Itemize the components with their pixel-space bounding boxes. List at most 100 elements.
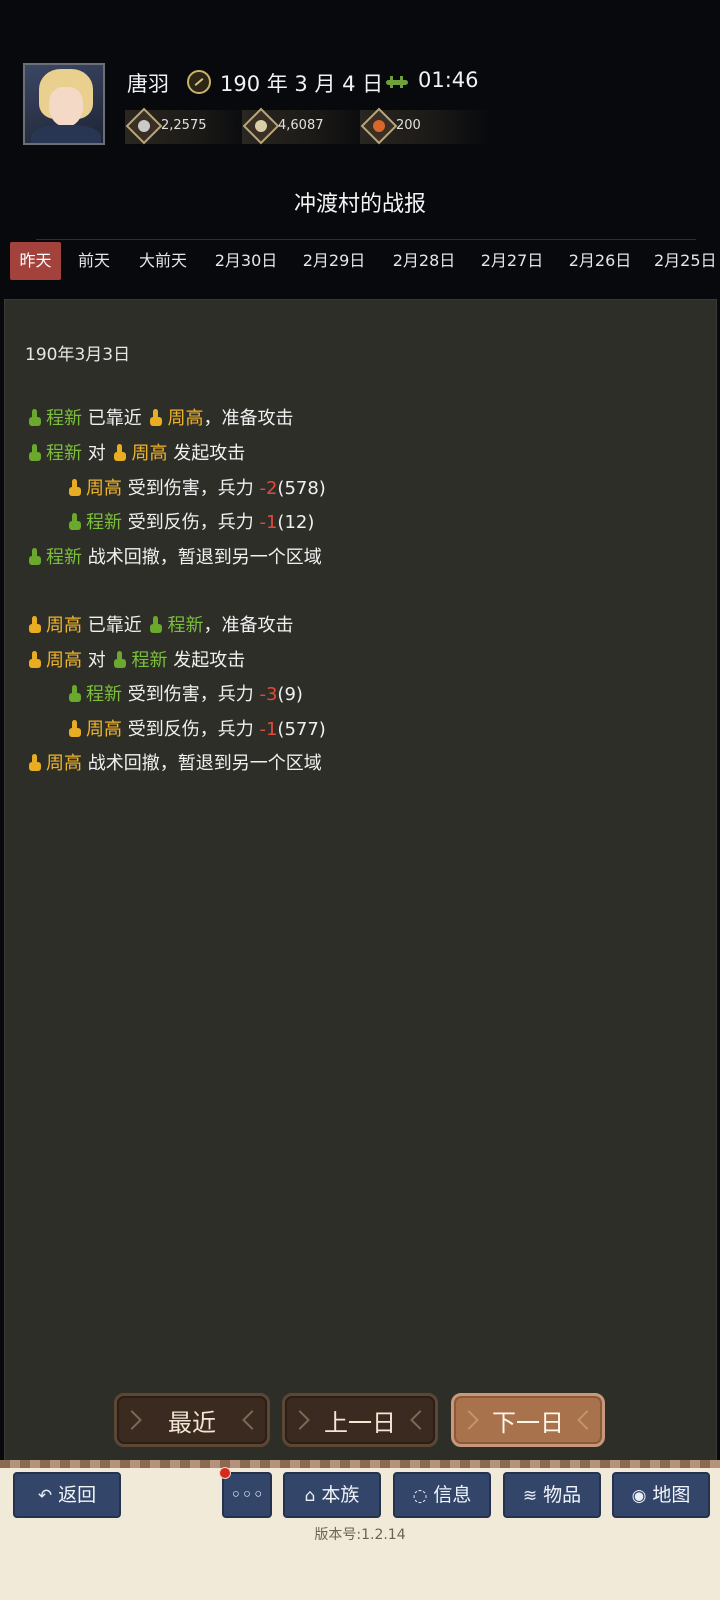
- unit-green-icon: [68, 513, 82, 531]
- version-label: 版本号:1.2.14: [314, 1527, 406, 1543]
- list-item: 周高 已靠近 程新，准备攻击: [26, 612, 293, 640]
- troop-delta: -1: [259, 512, 278, 533]
- resource-grain: 4,6087: [242, 107, 372, 145]
- header: 唐羽 190 年 3 月 4 日 01:46 2,2575 4,6087 200…: [0, 0, 720, 300]
- unit-green-icon: [28, 444, 42, 462]
- unit-green-icon: [28, 548, 42, 566]
- log-text: 受到反伤，兵力: [127, 719, 254, 740]
- log-text: 对: [87, 650, 106, 671]
- grain-icon: [242, 107, 280, 145]
- resource-food: 200: [360, 107, 490, 145]
- unit-yellow-icon: [68, 479, 82, 497]
- unit-yellow-icon: [28, 651, 42, 669]
- map-button[interactable]: ◉ 地图: [612, 1472, 710, 1518]
- notification-dot: [219, 1467, 231, 1479]
- clan-icon: ⌂: [304, 1486, 316, 1506]
- unit-name[interactable]: 程新: [46, 443, 82, 464]
- unit-name[interactable]: 程新: [167, 615, 203, 636]
- info-button[interactable]: ◌ 信息: [393, 1472, 491, 1518]
- unit-name[interactable]: 程新: [86, 512, 122, 533]
- troop-delta: -3: [259, 684, 278, 705]
- tab-three-days-ago[interactable]: 大前天: [132, 242, 194, 280]
- more-button[interactable]: ◦◦◦: [222, 1472, 272, 1518]
- avatar[interactable]: [23, 63, 105, 145]
- list-item: 程新 受到反伤，兵力 -1(12): [66, 509, 314, 537]
- unit-name[interactable]: 程新: [86, 684, 122, 705]
- recent-button[interactable]: 最近: [114, 1393, 270, 1447]
- clan-label: 本族: [321, 1484, 360, 1506]
- log-text: 战术回撤，暂退到另一个区域: [87, 753, 322, 774]
- list-item: 周高 战术回撤，暂退到另一个区域: [26, 750, 322, 778]
- log-text: ，准备攻击: [203, 408, 294, 429]
- calendar-icon: [187, 70, 211, 94]
- log-text: 发起攻击: [173, 443, 246, 464]
- decorative-border: [0, 1460, 720, 1468]
- troop-delta: -2: [259, 478, 278, 499]
- list-item: 程新 对 周高 发起攻击: [26, 440, 245, 468]
- unit-name[interactable]: 周高: [46, 650, 82, 671]
- unit-green-icon: [113, 651, 127, 669]
- resource-value: 200: [396, 118, 421, 133]
- log-text: ，准备攻击: [203, 615, 294, 636]
- day-tabs: 昨天 前天 大前天 2月30日 2月29日 2月28日 2月27日 2月26日 …: [0, 242, 720, 280]
- tab-feb-25[interactable]: 2月25日: [654, 242, 720, 280]
- log-text: 战术回撤，暂退到另一个区域: [87, 547, 322, 568]
- unit-yellow-icon: [28, 616, 42, 634]
- unit-green-icon: [149, 616, 163, 634]
- items-icon: ≋: [522, 1486, 538, 1506]
- back-button[interactable]: ↶ 返回: [13, 1472, 121, 1518]
- list-item: 程新 战术回撤，暂退到另一个区域: [26, 544, 322, 572]
- unit-yellow-icon: [149, 409, 163, 427]
- game-date: 190 年 3 月 4 日: [220, 72, 384, 96]
- more-icon: ◦◦◦: [230, 1484, 264, 1506]
- game-time: 01:46: [418, 68, 479, 92]
- unit-name[interactable]: 程新: [131, 650, 167, 671]
- log-text: 发起攻击: [173, 650, 246, 671]
- log-text: 已靠近: [87, 615, 142, 636]
- unit-name[interactable]: 周高: [131, 443, 167, 464]
- unit-yellow-icon: [28, 754, 42, 772]
- list-item: 周高 对 程新 发起攻击: [26, 647, 245, 675]
- list-item: 程新 受到伤害，兵力 -3(9): [66, 681, 303, 709]
- unit-name[interactable]: 周高: [46, 615, 82, 636]
- items-button[interactable]: ≋ 物品: [503, 1472, 601, 1518]
- resource-silver: 2,2575: [125, 107, 255, 145]
- hourglass-icon: [386, 76, 410, 88]
- tab-feb-26[interactable]: 2月26日: [566, 242, 634, 280]
- tab-feb-28[interactable]: 2月28日: [390, 242, 458, 280]
- resource-value: 4,6087: [278, 118, 324, 133]
- map-label: 地图: [652, 1484, 691, 1506]
- unit-name[interactable]: 程新: [46, 547, 82, 568]
- recent-label: 最近: [168, 1409, 216, 1437]
- clan-button[interactable]: ⌂ 本族: [283, 1472, 381, 1518]
- unit-name[interactable]: 周高: [46, 753, 82, 774]
- list-item: 程新 已靠近 周高，准备攻击: [26, 405, 293, 433]
- tab-yesterday[interactable]: 昨天: [10, 242, 61, 280]
- unit-green-icon: [28, 409, 42, 427]
- unit-name[interactable]: 周高: [86, 478, 122, 499]
- back-label: 返回: [58, 1484, 97, 1506]
- troop-remaining: (9): [277, 684, 303, 705]
- unit-name[interactable]: 周高: [86, 719, 122, 740]
- tab-day-before[interactable]: 前天: [72, 242, 116, 280]
- tab-feb-27[interactable]: 2月27日: [478, 242, 546, 280]
- next-day-button[interactable]: 下一日: [451, 1393, 605, 1447]
- list-item: 周高 受到反伤，兵力 -1(577): [66, 716, 326, 744]
- tab-feb-30[interactable]: 2月30日: [212, 242, 280, 280]
- items-label: 物品: [543, 1484, 582, 1506]
- silver-coin-icon: [125, 107, 163, 145]
- troop-remaining: (578): [277, 478, 326, 499]
- log-text: 受到反伤，兵力: [127, 512, 254, 533]
- report-date: 190年3月3日: [25, 345, 131, 365]
- player-name: 唐羽: [127, 72, 169, 96]
- prev-day-button[interactable]: 上一日: [282, 1393, 438, 1447]
- unit-name[interactable]: 程新: [46, 408, 82, 429]
- log-text: 受到伤害，兵力: [127, 684, 254, 705]
- troop-delta: -1: [259, 719, 278, 740]
- food-icon: [360, 107, 398, 145]
- unit-name[interactable]: 周高: [167, 408, 203, 429]
- unit-yellow-icon: [113, 444, 127, 462]
- tab-feb-29[interactable]: 2月29日: [300, 242, 368, 280]
- log-text: 已靠近: [87, 408, 142, 429]
- back-arrow-icon: ↶: [37, 1486, 53, 1506]
